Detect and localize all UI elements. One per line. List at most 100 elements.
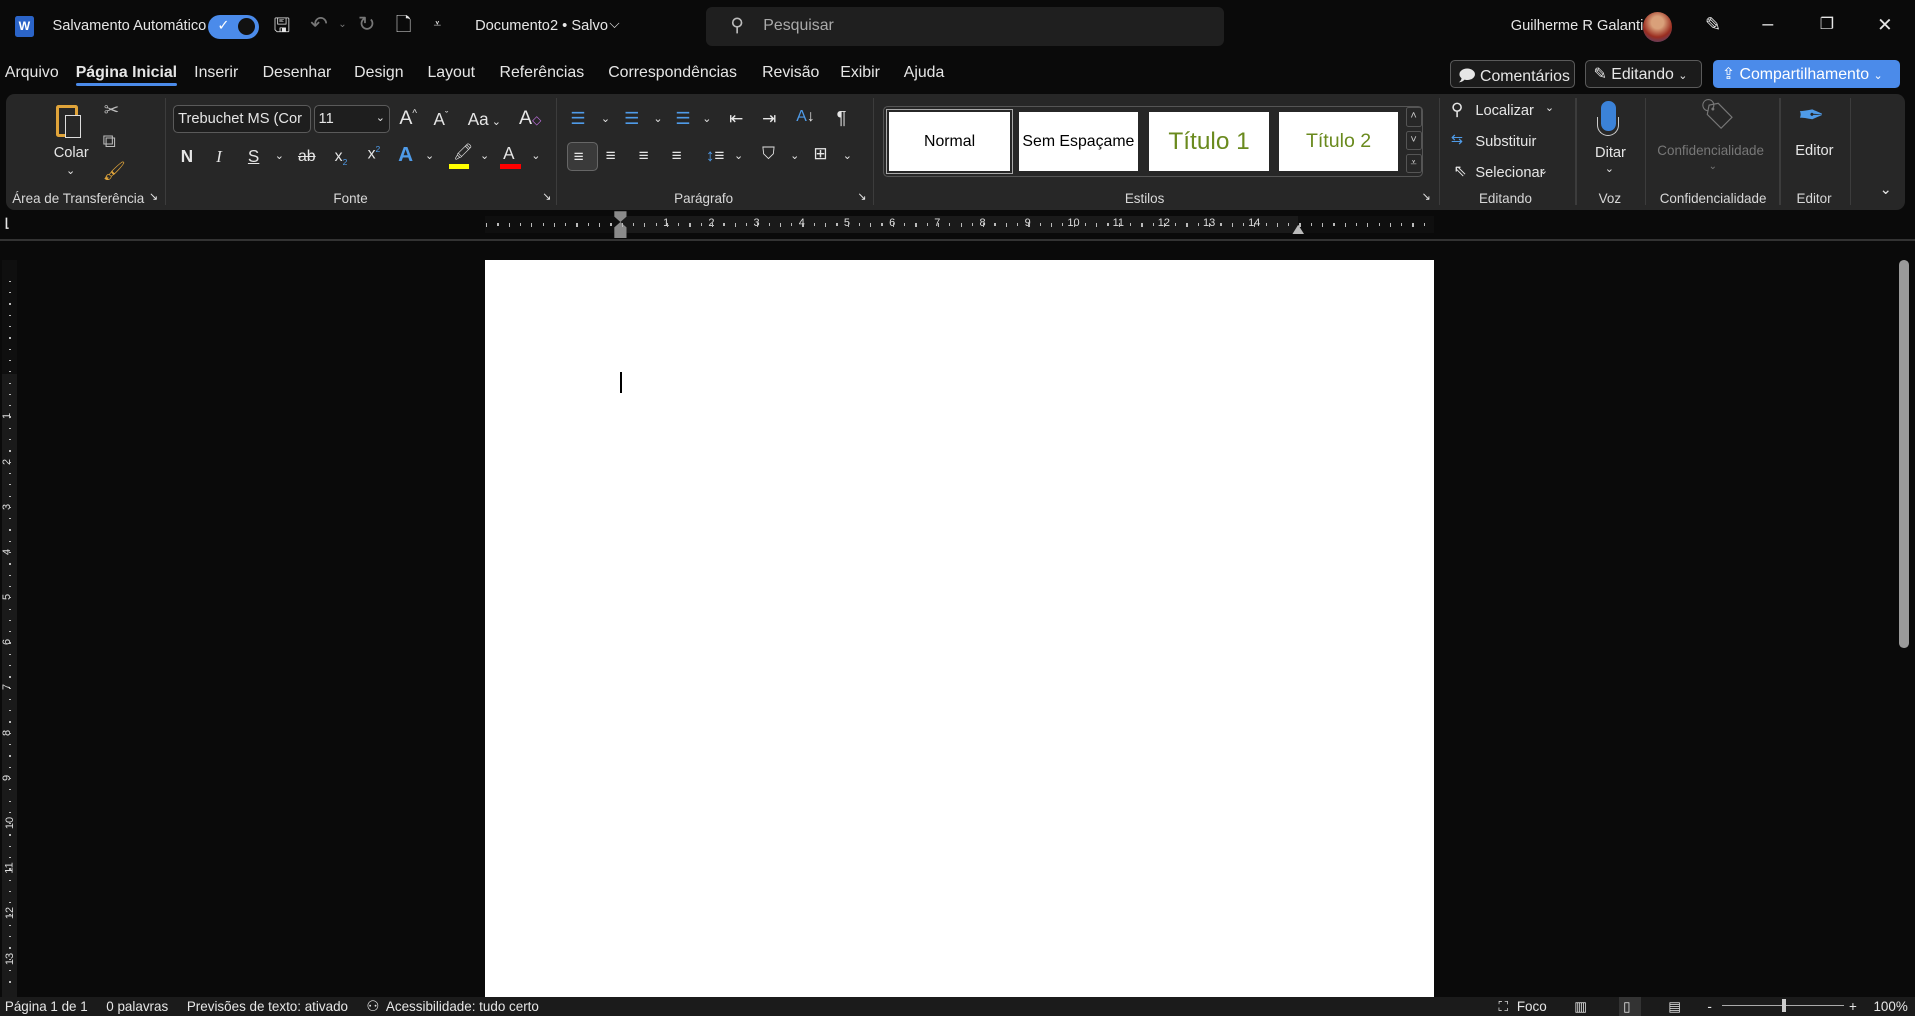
close-icon[interactable]: ✕ [1877, 15, 1892, 34]
copy-icon[interactable]: ⧉ [103, 131, 116, 150]
style-titulo-1[interactable]: Título 1 [1149, 112, 1269, 171]
show-formatting-marks-icon[interactable]: ¶ [837, 108, 847, 127]
change-case-button[interactable]: Aa ⌄ [468, 111, 501, 128]
dialog-launcher-icon[interactable]: ↘ [857, 191, 866, 203]
pen-icon[interactable]: ✎ [1705, 15, 1721, 36]
dialog-launcher-icon[interactable]: ↘ [149, 191, 158, 203]
grow-font-icon[interactable]: A^ [399, 108, 417, 129]
find-button[interactable]: ⚲ Localizar ⌄ [1451, 101, 1561, 122]
align-right-icon[interactable]: ≡ [639, 147, 649, 164]
shading-icon[interactable]: ⛉ [762, 145, 775, 162]
chevron-down-icon[interactable]: ⌄ [843, 151, 852, 162]
tab-layout[interactable]: Layout [427, 64, 475, 82]
superscript-icon[interactable]: x2 [368, 145, 381, 162]
zoom-slider[interactable] [1722, 999, 1845, 1013]
clear-formatting-icon[interactable]: A◇ [519, 108, 541, 129]
undo-icon[interactable]: ↶ [310, 14, 327, 36]
vertical-scrollbar[interactable] [1899, 260, 1909, 649]
horizontal-ruler[interactable] [484, 216, 1434, 234]
underline-button[interactable]: S [248, 148, 259, 165]
chevron-down-icon[interactable]: ⌄ [425, 151, 434, 162]
chevron-down-icon[interactable]: ⌄ [790, 151, 799, 162]
subscript-icon[interactable]: x2 [335, 149, 348, 167]
paste-button[interactable]: Colar ⌄ [49, 103, 93, 179]
font-size-select[interactable]: 11 ⌄ [313, 105, 390, 134]
cut-icon[interactable]: ✂ [104, 101, 119, 119]
document-page[interactable] [484, 260, 1434, 997]
align-center-icon[interactable]: ≡ [606, 147, 616, 164]
tab-selector-icon[interactable]: ⌊ [5, 217, 10, 229]
chevron-down-icon[interactable]: ⌄ [531, 151, 540, 162]
tab-desenhar[interactable]: Desenhar [263, 64, 332, 82]
zoom-in-button[interactable]: + [1849, 999, 1857, 1014]
chevron-down-icon[interactable]: ⌄ [601, 113, 610, 125]
tab-pagina-inicial[interactable]: Página Inicial [75, 64, 177, 86]
styles-scroll-up[interactable]: ˄ [1405, 107, 1422, 127]
styles-more-button[interactable]: ⩡ [1405, 153, 1422, 174]
user-name[interactable]: Guilherme R Galanti [1511, 18, 1644, 34]
strikethrough-icon[interactable]: ab [298, 149, 316, 165]
text-predictions[interactable]: Previsões de texto: ativado [187, 999, 348, 1014]
dialog-launcher-icon[interactable]: ↘ [1422, 191, 1431, 203]
replace-button[interactable]: ⇆ Substituir [1451, 133, 1549, 154]
bold-button[interactable]: N [181, 148, 193, 165]
collapse-ribbon-icon[interactable]: ⌄ [1880, 183, 1892, 198]
customize-toolbar-icon[interactable]: ⩡ [434, 17, 442, 30]
increase-indent-icon[interactable]: ⇥ [762, 110, 776, 127]
zoom-level[interactable]: 100% [1873, 999, 1907, 1014]
dictate-button[interactable]: Ditar ⌄ [1585, 100, 1634, 181]
text-effects-icon[interactable]: A [398, 144, 413, 166]
avatar[interactable] [1642, 12, 1672, 42]
autosave-toggle[interactable]: ✓ [207, 14, 259, 40]
dialog-launcher-icon[interactable]: ↘ [542, 191, 551, 203]
accessibility-status[interactable]: Acessibilidade: tudo certo [386, 999, 539, 1014]
chevron-down-icon[interactable]: ⌵ [609, 17, 619, 30]
zoom-slider-thumb[interactable] [1781, 999, 1786, 1013]
share-button[interactable]: ⇪ Compartilhamento ⌄ [1713, 59, 1901, 88]
line-spacing-icon[interactable]: ↕≡ [706, 147, 725, 164]
document-title[interactable]: Documento2 • Salvo [475, 18, 608, 34]
borders-icon[interactable]: ⊞ [813, 145, 827, 162]
chevron-down-icon[interactable]: ⌄ [480, 151, 489, 162]
underline-dropdown-icon[interactable]: ⌄ [275, 151, 284, 162]
read-mode-icon[interactable]: ▥ [1574, 999, 1587, 1015]
italic-button[interactable]: I [216, 148, 222, 165]
print-layout-icon[interactable]: ▯ [1623, 999, 1630, 1015]
format-painter-icon[interactable]: 🖌 [103, 162, 126, 180]
decrease-indent-icon[interactable]: ⇤ [729, 110, 743, 127]
multilevel-list-icon[interactable]: ☰ [675, 110, 690, 127]
editing-mode-button[interactable]: ✎ Editando ⌄ [1585, 59, 1703, 88]
bullets-icon[interactable]: ☰ [570, 110, 585, 127]
save-icon[interactable]: 🖫 [274, 16, 291, 37]
highlight-color-button[interactable]: 🖍 [449, 145, 473, 169]
editor-button[interactable]: ✒ Editor [1788, 99, 1842, 181]
align-left-button[interactable]: ≡ [566, 141, 599, 171]
select-button[interactable]: ⇖ Selecionar ⌄ [1451, 163, 1555, 185]
new-document-icon[interactable]: 🗋 [396, 15, 412, 36]
restore-icon[interactable]: ❐ [1820, 17, 1834, 33]
redo-icon[interactable]: ↻ [358, 14, 375, 36]
styles-scroll-down[interactable]: ˅ [1405, 130, 1422, 151]
tab-ajuda[interactable]: Ajuda [904, 64, 945, 82]
minimize-icon[interactable]: – [1762, 14, 1773, 35]
tab-design[interactable]: Design [354, 64, 403, 82]
tab-inserir[interactable]: Inserir [194, 64, 238, 82]
font-color-button[interactable]: A [499, 145, 522, 169]
font-name-select[interactable]: Trebuchet MS (Cor [173, 105, 312, 134]
style-normal[interactable]: Normal [885, 108, 1014, 175]
tab-referencias[interactable]: Referências [500, 64, 585, 82]
chevron-down-icon[interactable]: ⌄ [653, 113, 662, 125]
page-count[interactable]: Página 1 de 1 [5, 999, 88, 1014]
web-layout-icon[interactable]: ▤ [1668, 999, 1681, 1015]
undo-dropdown-icon[interactable]: ⌄ [338, 19, 346, 30]
style-titulo-2[interactable]: Título 2 [1278, 112, 1399, 171]
zoom-out-button[interactable]: - [1707, 999, 1711, 1014]
tab-arquivo[interactable]: Arquivo [5, 64, 59, 82]
tab-correspondencias[interactable]: Correspondências [608, 64, 737, 82]
comments-button[interactable]: 🗩 Comentários [1449, 59, 1576, 88]
focus-button[interactable]: Foco [1517, 999, 1547, 1014]
justify-icon[interactable]: ≡ [672, 147, 682, 164]
tab-revisao[interactable]: Revisão [762, 64, 819, 82]
chevron-down-icon[interactable]: ⌄ [702, 113, 711, 125]
search-input[interactable]: ⚲ Pesquisar [705, 7, 1224, 47]
